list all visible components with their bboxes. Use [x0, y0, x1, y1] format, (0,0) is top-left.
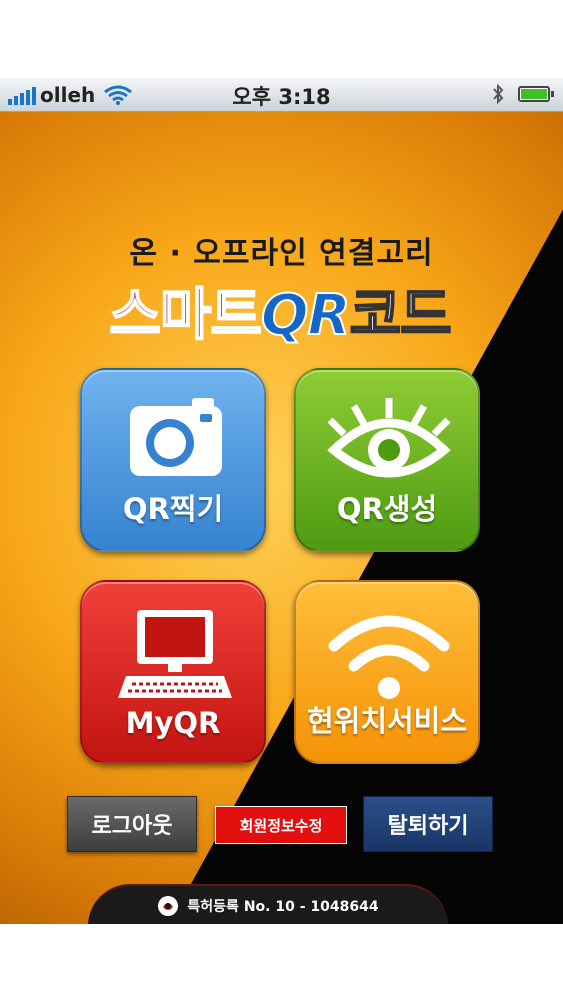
logout-button[interactable]: 로그아웃	[67, 796, 197, 852]
battery-icon	[518, 86, 554, 102]
camera-icon	[130, 398, 222, 476]
eye-icon	[327, 398, 451, 478]
app-screen: olleh 오후 3:18 온 · 오프라인 연결고리 스마트QR코드 QR찍기	[0, 78, 563, 924]
edit-member-info-button[interactable]: 회원정보수정	[215, 806, 347, 844]
qr-scan-button[interactable]: QR찍기	[80, 368, 266, 552]
qr-create-label: QR생성	[336, 492, 438, 526]
location-service-label: 현위치서비스	[306, 704, 468, 738]
qr-scan-label: QR찍기	[122, 492, 224, 526]
app-subtitle: 온 · 오프라인 연결고리	[129, 236, 434, 271]
title-part-smart: 스마트	[108, 282, 263, 349]
patent-text: 특허등록 No. 10 - 1048644	[187, 899, 379, 915]
my-qr-button[interactable]: MyQR	[80, 580, 266, 764]
bluetooth-icon	[493, 83, 504, 105]
my-qr-label: MyQR	[125, 706, 221, 740]
status-bar: olleh 오후 3:18	[0, 78, 563, 112]
title-part-code: 코드	[349, 282, 453, 349]
computer-icon	[118, 610, 232, 698]
patent-logo-icon	[158, 896, 179, 916]
qr-create-button[interactable]: QR생성	[294, 368, 480, 552]
wifi-signal-icon	[328, 615, 450, 699]
location-service-button[interactable]: 현위치서비스	[294, 580, 480, 764]
status-time: 오후 3:18	[232, 85, 331, 109]
app-title: 스마트QR코드	[40, 270, 520, 351]
title-part-qr: QR	[260, 282, 352, 349]
patent-footer: 특허등록 No. 10 - 1048644	[88, 884, 448, 924]
withdraw-button[interactable]: 탈퇴하기	[363, 796, 493, 852]
